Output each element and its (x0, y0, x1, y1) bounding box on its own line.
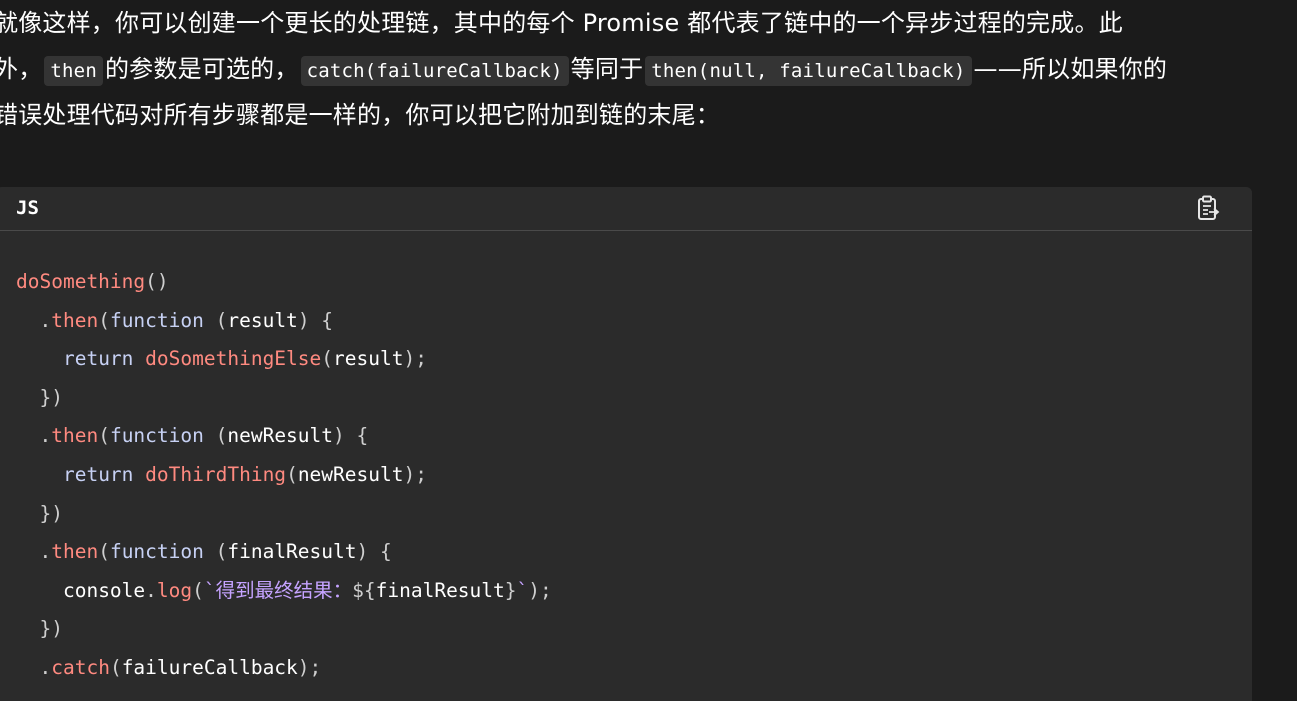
code-token: . (16, 655, 52, 679)
code-token: ); (297, 655, 322, 679)
code-token: function (109, 308, 204, 332)
clipboard-copy-icon[interactable] (1194, 194, 1222, 222)
code-token: ( (98, 308, 110, 332)
code-line: }) (16, 379, 552, 418)
code-token: . (145, 578, 157, 602)
code-token: function (109, 540, 204, 564)
code-header: JS (0, 187, 1252, 231)
inline-code-catch: catch(failureCallback) (300, 56, 569, 86)
code-token: then (51, 424, 99, 448)
code-token: function (109, 424, 204, 448)
paragraph-text: 的参数是可选的， (104, 55, 299, 83)
inline-code-then: then (44, 56, 103, 86)
code-token: ( (203, 424, 228, 448)
code-line: }) (16, 610, 552, 649)
paragraph-text: 外， (0, 55, 43, 83)
code-token: . (16, 540, 52, 564)
code-token: ); (403, 347, 427, 371)
code-token: . (16, 308, 52, 332)
code-token: result (227, 308, 298, 332)
code-token: ( (203, 308, 228, 332)
inline-code-then-null: then(null, failureCallback) (645, 56, 972, 86)
code-token: ); (403, 462, 427, 486)
code-token: `得到最终结果： (203, 578, 353, 602)
code-token: }) (16, 501, 63, 525)
code-token: ) { (333, 424, 369, 448)
code-token: ( (321, 347, 334, 371)
code-line: doSomething() (16, 263, 552, 302)
code-token: ${ (352, 578, 376, 602)
code-example: JS doSomething() .then(function (result)… (0, 187, 1252, 701)
paragraph-line-2: 外， then 的参数是可选的， catch(failureCallback) 等同于 t… (0, 46, 1284, 92)
language-label: JS (16, 197, 39, 219)
code-token: ` (516, 578, 529, 602)
code-line: .then(function (result) { (16, 302, 552, 341)
code-token: failureCallback (121, 655, 298, 679)
code-token: catch (51, 655, 110, 679)
code-token: ( (109, 655, 122, 679)
code-token: ( (286, 462, 298, 486)
code-token: ) { (356, 540, 392, 564)
code-body: doSomething() .then(function (result) { … (16, 263, 552, 688)
code-token: newResult (227, 424, 334, 448)
code-token: ) { (297, 308, 334, 332)
code-token: doThirdThing (145, 462, 287, 486)
code-line: }) (16, 495, 552, 534)
code-token: return (62, 347, 134, 371)
code-token: }) (16, 617, 63, 641)
code-token: ( (98, 540, 110, 564)
code-token: result (333, 347, 404, 371)
code-token: newResult (297, 462, 404, 486)
paragraph-line-1: 就像这样，你可以创建一个更长的处理链，其中的每个 Promise 都代表了链中的… (0, 9, 1123, 37)
code-token: console (62, 578, 146, 602)
article-paragraph: 就像这样，你可以创建一个更长的处理链，其中的每个 Promise 都代表了链中的… (0, 0, 1284, 138)
code-token: finalResult (227, 540, 357, 564)
code-token: doSomething (16, 270, 146, 293)
code-token: then (51, 308, 99, 332)
code-token: log (156, 578, 193, 602)
code-token: } (504, 578, 517, 602)
code-token: return (62, 462, 134, 486)
code-line: .then(function (newResult) { (16, 417, 552, 456)
code-token: ( (203, 540, 228, 564)
code-line: return doSomethingElse(result); (16, 340, 552, 379)
code-token: }) (16, 385, 63, 409)
paragraph-text: ——所以如果你的 (973, 55, 1168, 83)
code-line: console.log(`得到最终结果：${finalResult}`); (16, 572, 552, 611)
code-token: ( (192, 578, 204, 602)
code-token: ); (528, 578, 552, 602)
code-token: ( (98, 424, 110, 448)
code-token: finalResult (375, 578, 505, 602)
code-token: . (16, 424, 52, 448)
code-token: doSomethingElse (145, 347, 322, 371)
code-token: () (145, 270, 169, 293)
code-line: return doThirdThing(newResult); (16, 456, 552, 495)
paragraph-text: 等同于 (570, 55, 644, 83)
code-line: .then(function (finalResult) { (16, 533, 552, 572)
paragraph-line-3: 错误处理代码对所有步骤都是一样的，你可以把它附加到链的末尾： (0, 101, 720, 129)
code-token: then (51, 540, 99, 564)
code-line: .catch(failureCallback); (16, 649, 552, 688)
